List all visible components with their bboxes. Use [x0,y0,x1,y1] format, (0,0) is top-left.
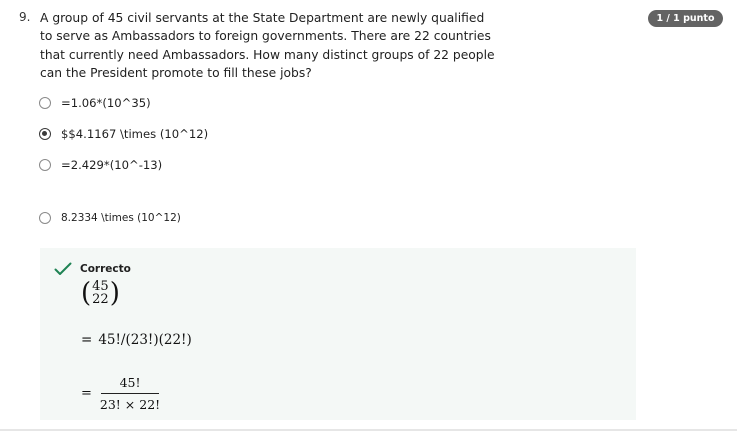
step-2-text: 45!/(23!)(22!) [98,332,192,348]
radio-option-2-selected[interactable] [39,128,51,140]
option-4-label: 8.2334 \times (10^12) [61,212,181,224]
fraction-denominator: 23! × 22! [99,397,161,412]
score-badge: 1 / 1 punto [648,10,723,27]
fraction-numerator: 45! [119,375,141,390]
feedback-panel: Correcto ( 45 22 ) = 45!/(23!)(22!) = 45… [40,248,636,420]
radio-option-4[interactable] [39,212,51,224]
option-3-label: =2.429*(10^-13) [61,158,163,172]
feedback-status: Correcto [80,263,131,275]
binomial-expression: ( 45 22 ) [81,277,120,309]
option-3[interactable]: =2.429*(10^-13) [39,158,162,172]
step-2-expression: = 45!/(23!)(22!) [81,332,192,348]
question-number: 9. [19,10,31,24]
checkmark-icon [54,262,72,275]
equals-sign: = [81,386,92,401]
option-4[interactable]: 8.2334 \times (10^12) [39,212,181,224]
radio-option-3[interactable] [39,159,51,171]
radio-option-1[interactable] [39,97,51,109]
fraction-expression: = 45! 23! × 22! [81,375,160,412]
equals-sign: = [81,332,93,348]
option-1-label: =1.06*(10^35) [61,96,151,110]
fraction: 45! 23! × 22! [100,375,160,412]
option-2-label: $$4.1167 \times (10^12) [61,127,209,141]
option-2[interactable]: $$4.1167 \times (10^12) [39,127,208,141]
binom-bottom: 22 [92,292,109,307]
question-text: A group of 45 civil servants at the Stat… [40,11,495,81]
option-1[interactable]: =1.06*(10^35) [39,96,151,110]
